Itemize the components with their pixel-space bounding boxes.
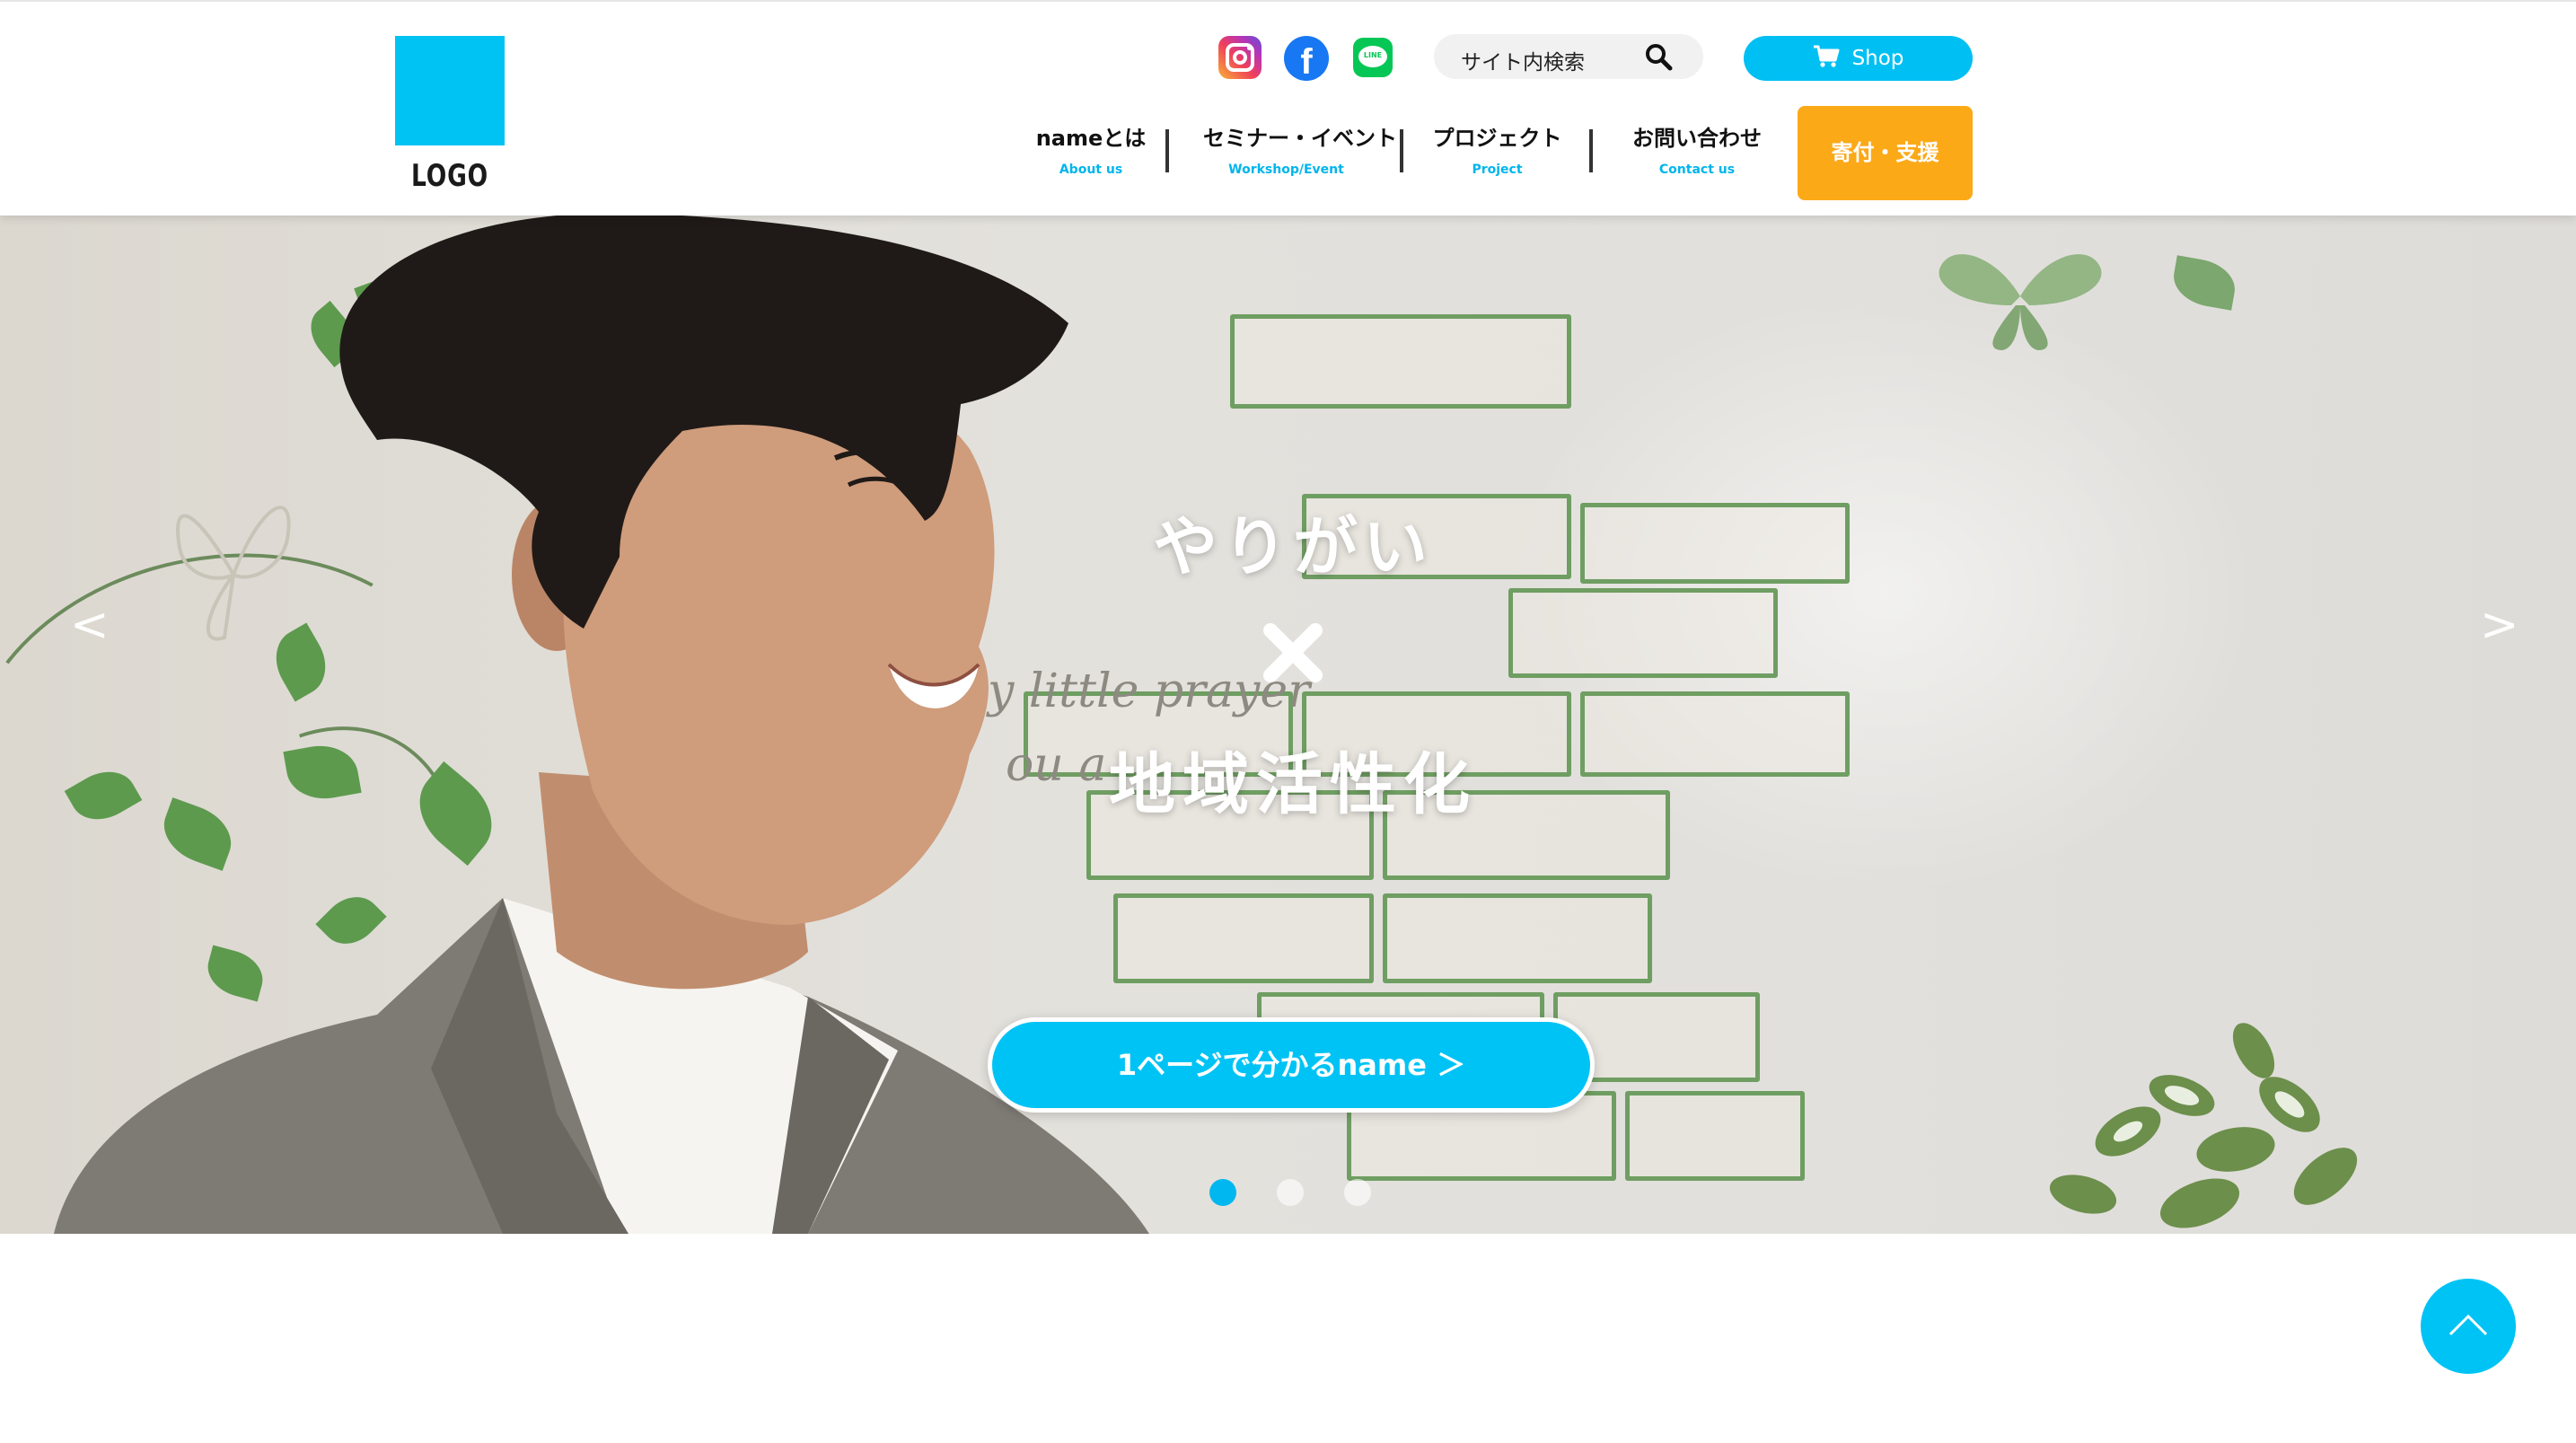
line-icon-text: LINE xyxy=(1363,51,1383,59)
plant-decoration xyxy=(2049,1023,2358,1228)
nav-project-sublabel: Project xyxy=(1472,163,1523,177)
back-to-top-button[interactable] xyxy=(2421,1279,2516,1374)
cross-icon xyxy=(1263,623,1323,682)
cart-icon xyxy=(1813,45,1840,67)
hero-slider: y little prayer ou a やりがい 地域活性化 1ページで分かる… xyxy=(0,216,2576,1234)
slider-prev-arrow[interactable]: < xyxy=(70,602,110,648)
shop-label: Shop xyxy=(1851,47,1904,70)
donate-button[interactable]: 寄付・支援 xyxy=(1798,106,1973,200)
nav-seminar-sublabel: Workshop/Event xyxy=(1228,163,1344,177)
slider-next-arrow[interactable]: > xyxy=(2480,602,2519,648)
nav-divider xyxy=(1400,129,1403,172)
logo-text: LOGO xyxy=(411,158,488,194)
nav-about[interactable]: nameとは About us xyxy=(1033,120,1149,177)
about-one-page-button[interactable]: 1ページで分かるname ＞ xyxy=(988,1017,1595,1113)
slider-dot-3[interactable] xyxy=(1344,1179,1371,1206)
nav-divider xyxy=(1165,129,1169,172)
slider-dot-2[interactable] xyxy=(1277,1179,1304,1206)
site-logo[interactable]: LOGO xyxy=(395,36,505,194)
shop-button[interactable]: Shop xyxy=(1744,36,1973,81)
slider-dot-1[interactable] xyxy=(1209,1179,1236,1206)
instagram-icon[interactable] xyxy=(1218,36,1262,79)
logo-mark xyxy=(395,36,505,145)
nav-project-label: プロジェクト xyxy=(1432,126,1562,151)
site-header: LOGO f LINE サイト内検索 Shop nameとは About us … xyxy=(0,0,2576,216)
hero-headline-line2: 地域活性化 xyxy=(1109,746,1477,823)
nav-about-label: nameとは xyxy=(1035,126,1147,151)
nav-seminar[interactable]: セミナー・イベント Workshop/Event xyxy=(1203,120,1397,177)
hero-headline-line1: やりがい xyxy=(1152,509,1433,585)
nav-about-sublabel: About us xyxy=(1059,163,1123,177)
search-placeholder: サイト内検索 xyxy=(1461,51,1585,75)
search-icon[interactable] xyxy=(1644,42,1673,71)
butterfly-decoration xyxy=(1939,254,2102,350)
nav-project[interactable]: プロジェクト Project xyxy=(1432,120,1562,177)
nav-divider xyxy=(1589,129,1593,172)
nav-contact-sublabel: Contact us xyxy=(1658,163,1736,177)
facebook-icon[interactable]: f xyxy=(1284,36,1329,81)
line-icon[interactable]: LINE xyxy=(1353,38,1393,77)
chevron-up-icon xyxy=(2449,1314,2488,1336)
site-search-box[interactable]: サイト内検索 xyxy=(1434,34,1703,79)
nav-contact-label: お問い合わせ xyxy=(1632,126,1762,151)
nav-contact[interactable]: お問い合わせ Contact us xyxy=(1625,120,1769,177)
nav-seminar-label: セミナー・イベント xyxy=(1203,126,1397,151)
